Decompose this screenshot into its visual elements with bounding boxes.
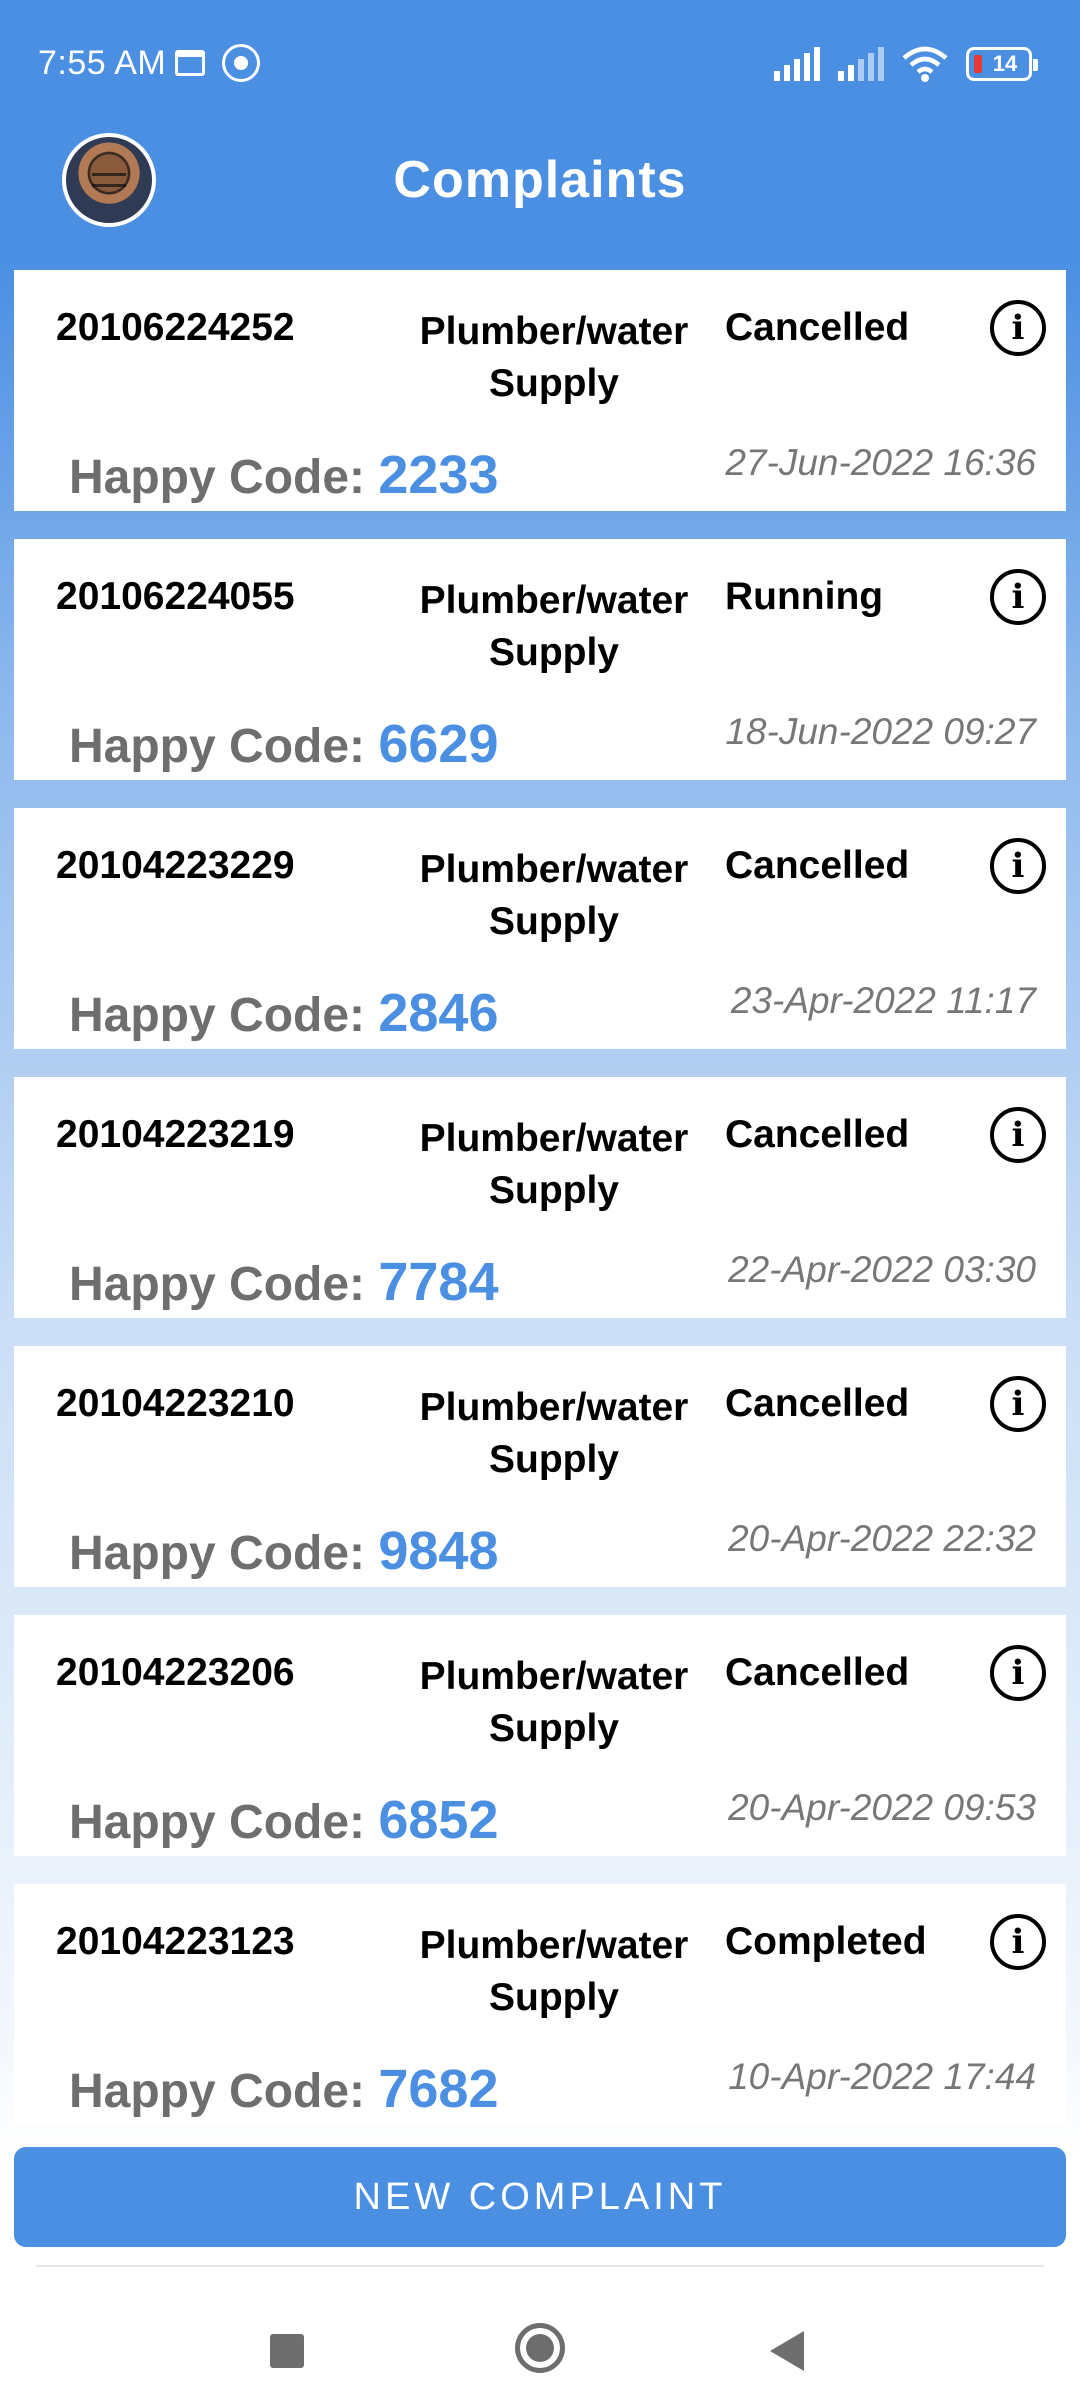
complaint-id: 20104223219: [56, 1113, 295, 1156]
happy-code-label: Happy Code:: [69, 989, 366, 1042]
info-icon[interactable]: i: [990, 1914, 1046, 1970]
happy-code-value: 7682: [378, 2059, 499, 2119]
happy-code-value: 9848: [378, 1521, 499, 1581]
happy-code: Happy Code: 7784: [69, 1251, 499, 1313]
complaint-status: Running: [725, 575, 884, 618]
status-time: 7:55 AM: [38, 44, 167, 82]
new-complaint-button[interactable]: NEW COMPLAINT: [14, 2147, 1066, 2247]
happy-code-label: Happy Code:: [69, 720, 366, 773]
info-icon[interactable]: i: [990, 300, 1046, 356]
complaint-date: 10-Apr-2022 17:44: [728, 2056, 1036, 2097]
happy-code-label: Happy Code:: [69, 1258, 366, 1311]
complaint-card[interactable]: 20104223123 Plumber/water Supply Complet…: [14, 1884, 1066, 2125]
complaint-id: 20104223210: [56, 1382, 295, 1425]
home-circle-icon[interactable]: [515, 2323, 565, 2373]
happy-code-value: 7784: [378, 1252, 499, 1312]
complaint-id: 20104223206: [56, 1651, 295, 1694]
complaint-status: Cancelled: [725, 1651, 910, 1694]
info-icon[interactable]: i: [990, 838, 1046, 894]
happy-code-value: 2846: [378, 983, 499, 1043]
happy-code-label: Happy Code:: [69, 2065, 366, 2118]
app-header: Complaints: [0, 128, 1080, 258]
complaint-card[interactable]: 20106224055 Plumber/water Supply Running…: [14, 539, 1066, 780]
complaint-type: Plumber/water Supply: [419, 1655, 689, 1750]
battery-icon: 14: [966, 47, 1038, 81]
info-icon[interactable]: i: [990, 569, 1046, 625]
complaint-type: Plumber/water Supply: [419, 848, 689, 943]
wifi-icon: [902, 46, 948, 82]
battery-level: 14: [992, 51, 1018, 76]
complaint-status: Completed: [725, 1920, 927, 1963]
complaint-type: Plumber/water Supply: [419, 579, 689, 674]
complaint-type: Plumber/water Supply: [419, 310, 689, 405]
status-icons: 14: [774, 42, 1038, 86]
calendar-icon: [175, 50, 205, 76]
info-icon[interactable]: i: [990, 1376, 1046, 1432]
complaint-date: 20-Apr-2022 22:32: [728, 1518, 1036, 1559]
complaint-id: 20106224252: [56, 306, 295, 349]
complaint-card[interactable]: 20104223229 Plumber/water Supply Cancell…: [14, 808, 1066, 1049]
happy-code-label: Happy Code:: [69, 1796, 366, 1849]
complaint-type: Plumber/water Supply: [419, 1117, 689, 1212]
complaint-status: Cancelled: [725, 306, 910, 349]
status-bar: 7:55 AM 14: [0, 0, 1080, 128]
app-icon: [222, 44, 260, 82]
complaint-card[interactable]: 20104223219 Plumber/water Supply Cancell…: [14, 1077, 1066, 1318]
happy-code-value: 6629: [378, 714, 499, 774]
complaint-type: Plumber/water Supply: [419, 1386, 689, 1481]
happy-code: Happy Code: 6852: [69, 1789, 499, 1851]
happy-code: Happy Code: 9848: [69, 1520, 499, 1582]
complaint-status: Cancelled: [725, 1113, 910, 1156]
happy-code-value: 6852: [378, 1790, 499, 1850]
signal-icon: [774, 47, 820, 81]
complaint-status: Cancelled: [725, 1382, 910, 1425]
complaint-card[interactable]: 20104223206 Plumber/water Supply Cancell…: [14, 1615, 1066, 1856]
signal-icon: [838, 47, 884, 81]
complaint-id: 20106224055: [56, 575, 295, 618]
recents-square-icon[interactable]: [270, 2334, 304, 2368]
page-title: Complaints: [393, 151, 687, 209]
complaint-date: 22-Apr-2022 03:30: [728, 1249, 1036, 1290]
complaint-id: 20104223123: [56, 1920, 295, 1963]
complaint-date: 18-Jun-2022 09:27: [725, 711, 1036, 752]
navbar-divider: [36, 2265, 1044, 2267]
info-icon[interactable]: i: [990, 1645, 1046, 1701]
complaint-date: 27-Jun-2022 16:36: [725, 442, 1036, 483]
happy-code: Happy Code: 7682: [69, 2058, 499, 2120]
complaint-card[interactable]: 20106224252 Plumber/water Supply Cancell…: [14, 270, 1066, 511]
back-triangle-icon[interactable]: [770, 2331, 804, 2371]
complaint-id: 20104223229: [56, 844, 295, 887]
complaint-list[interactable]: 20106224252 Plumber/water Supply Cancell…: [14, 270, 1066, 2125]
info-icon[interactable]: i: [990, 1107, 1046, 1163]
complaint-type: Plumber/water Supply: [419, 1924, 689, 2019]
happy-code-value: 2233: [378, 445, 499, 505]
happy-code-label: Happy Code:: [69, 451, 366, 504]
happy-code-label: Happy Code:: [69, 1527, 366, 1580]
happy-code: Happy Code: 6629: [69, 713, 499, 775]
complaint-status: Cancelled: [725, 844, 910, 887]
complaint-date: 20-Apr-2022 09:53: [728, 1787, 1036, 1828]
system-navbar: [0, 2265, 1080, 2400]
complaint-date: 23-Apr-2022 11:17: [730, 980, 1036, 1021]
happy-code: Happy Code: 2233: [69, 444, 499, 506]
complaint-card[interactable]: 20104223210 Plumber/water Supply Cancell…: [14, 1346, 1066, 1587]
happy-code: Happy Code: 2846: [69, 982, 499, 1044]
